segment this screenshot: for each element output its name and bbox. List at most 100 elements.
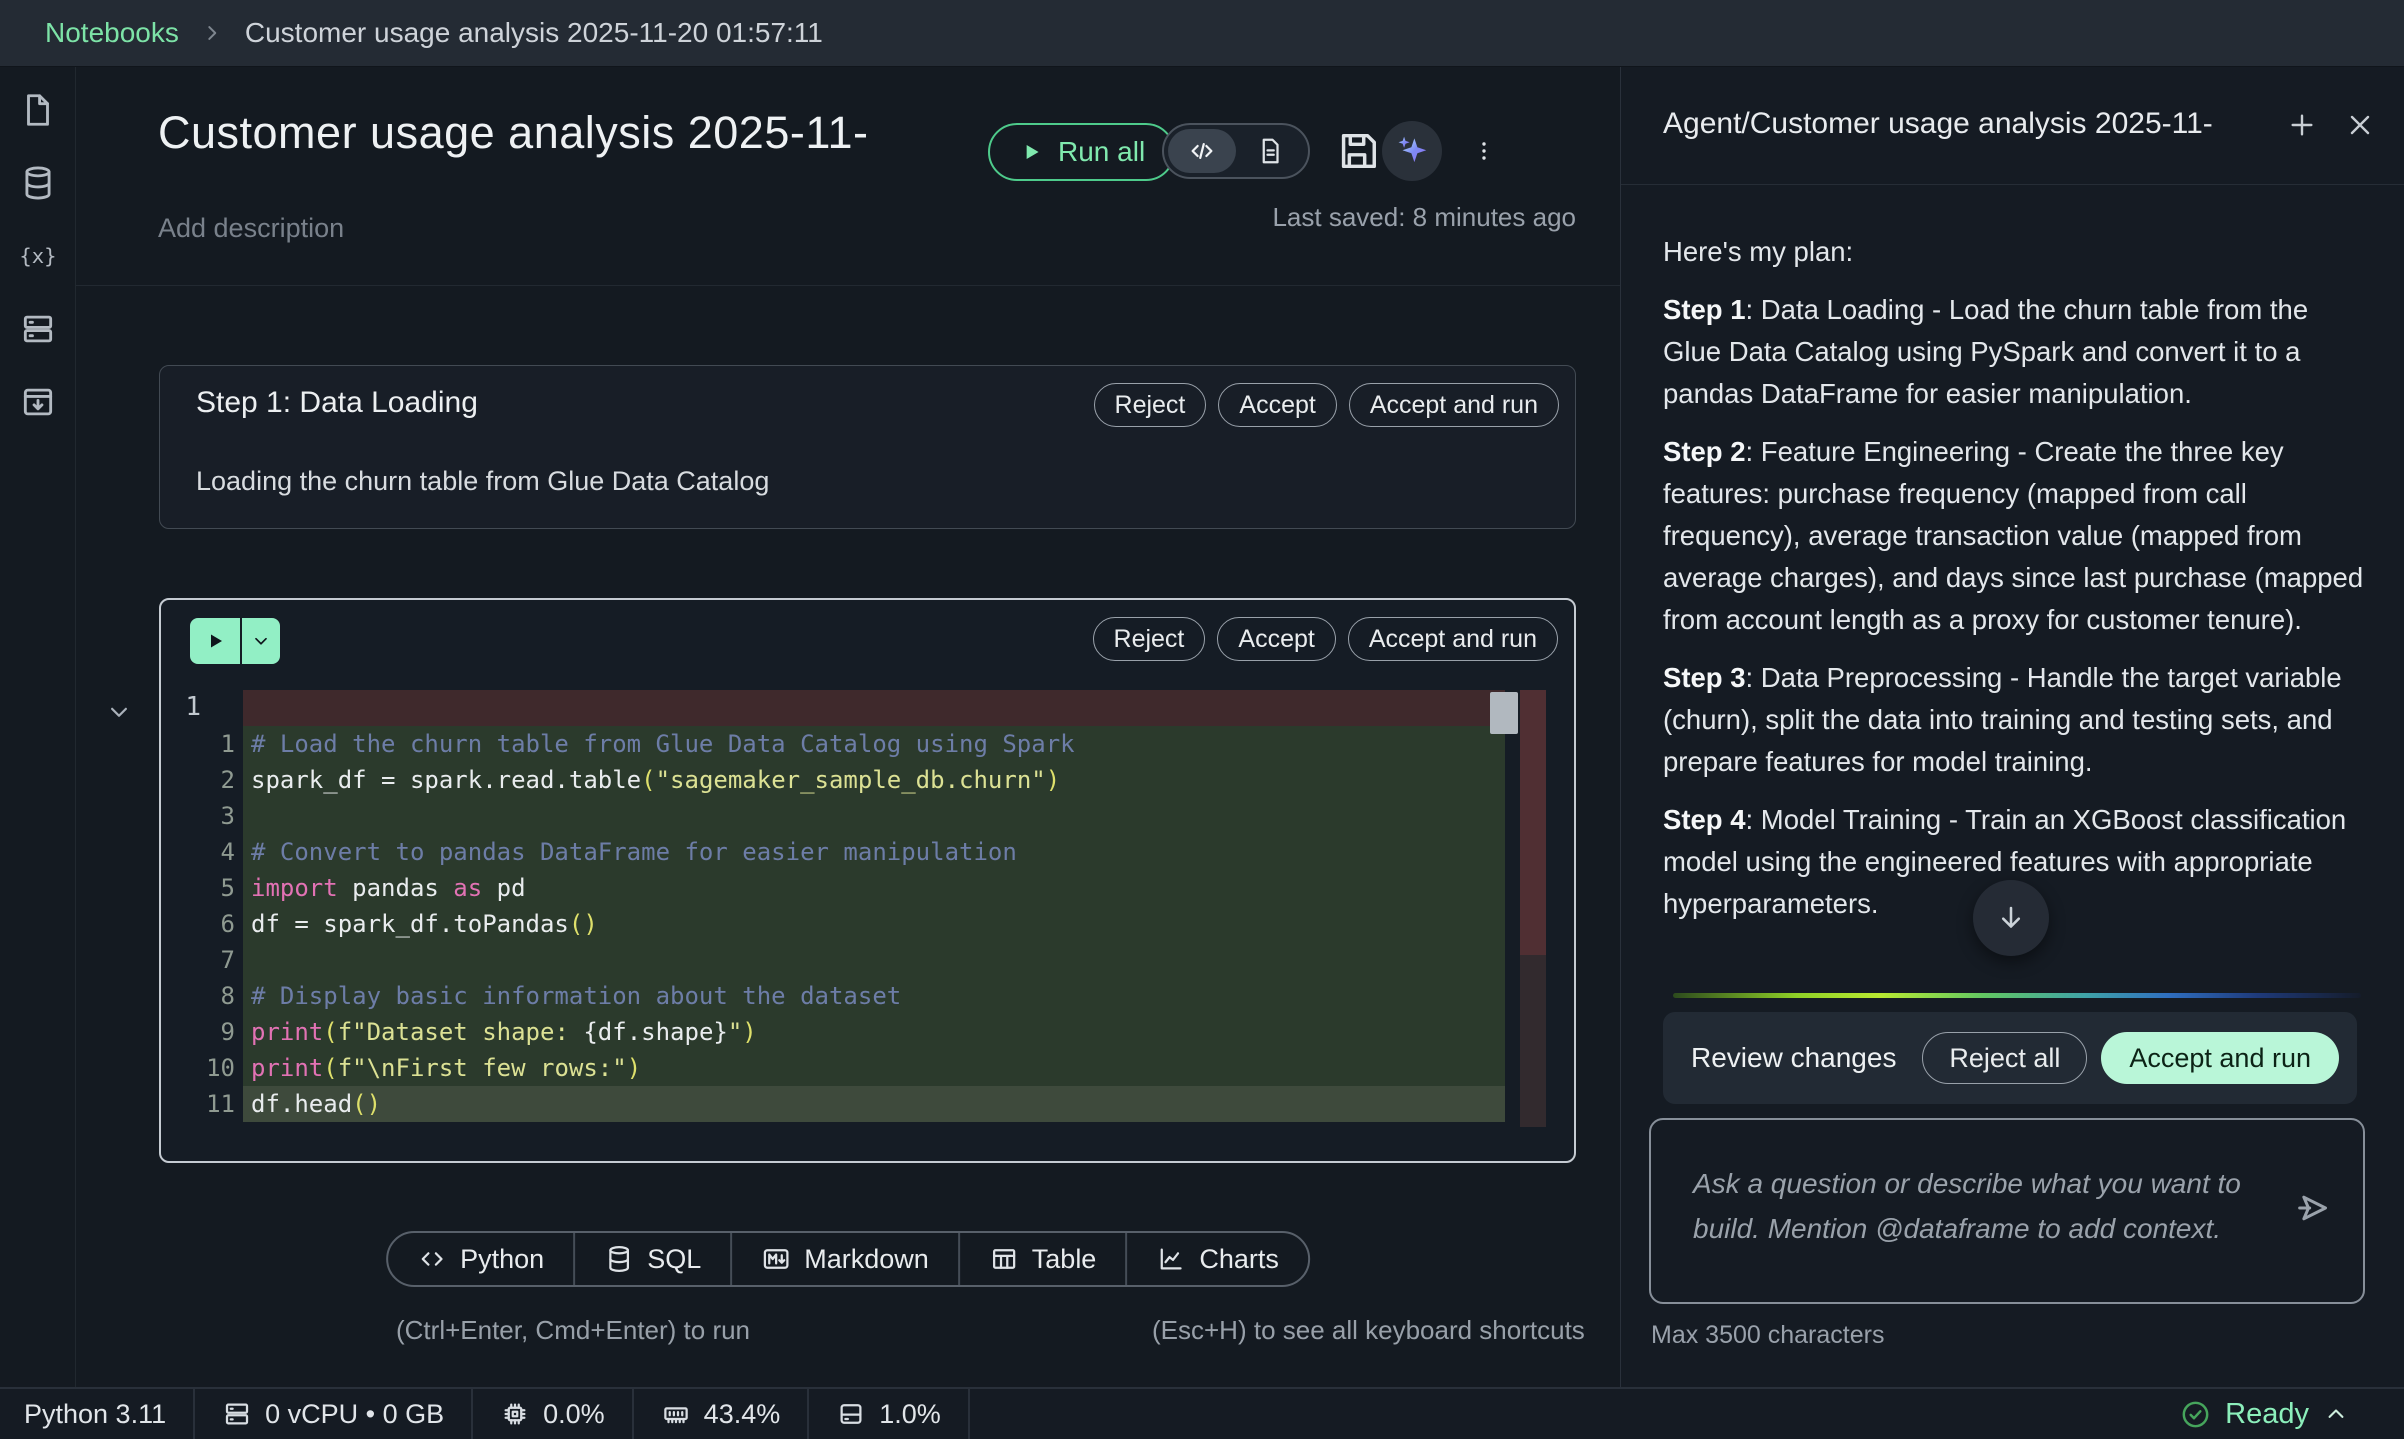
code-line-10[interactable]: 10print(f"\nFirst few rows:"): [161, 1050, 1574, 1086]
run-all-button[interactable]: Run all: [988, 123, 1175, 181]
code-line-4[interactable]: 4# Convert to pandas DataFrame for easie…: [161, 834, 1574, 870]
new-chat-button[interactable]: [2286, 109, 2318, 141]
code-line-3[interactable]: 3: [161, 798, 1574, 834]
scroll-to-bottom-button[interactable]: [1973, 880, 2049, 956]
last-saved-status: Last saved: 8 minutes ago: [1272, 202, 1576, 233]
reject-all-button[interactable]: Reject all: [1922, 1032, 2087, 1084]
accept-button[interactable]: Accept: [1218, 383, 1336, 427]
add-description[interactable]: Add description: [158, 213, 344, 244]
insert-markdown-button[interactable]: Markdown: [730, 1233, 958, 1285]
accept-and-run-button[interactable]: Accept and run: [1349, 383, 1559, 427]
run-cell-options-button[interactable]: [242, 618, 280, 664]
insert-sql-button[interactable]: SQL: [573, 1233, 730, 1285]
sidebar-layout-rows-icon-button[interactable]: [19, 310, 57, 348]
code-editor[interactable]: 1# Load the churn table from Glue Data C…: [161, 690, 1574, 1122]
accept-and-run-button[interactable]: Accept and run: [1348, 617, 1558, 661]
reject-button[interactable]: Reject: [1094, 383, 1207, 427]
code-line-1[interactable]: 1# Load the churn table from Glue Data C…: [161, 726, 1574, 762]
file-icon: [19, 91, 57, 129]
insert-table-button[interactable]: Table: [958, 1233, 1126, 1285]
agent-panel: Agent/Customer usage analysis 2025-11- H…: [1620, 67, 2404, 1387]
svg-text:{x}: {x}: [19, 244, 56, 268]
reject-button[interactable]: Reject: [1093, 617, 1206, 661]
ai-assistant-button[interactable]: [1382, 121, 1442, 181]
more-options-button[interactable]: [1472, 128, 1496, 174]
sidebar-variables-icon-button[interactable]: {x}: [19, 237, 57, 275]
agent-panel-header: Agent/Customer usage analysis 2025-11-: [1621, 67, 2404, 185]
removed-line: [161, 690, 1574, 726]
save-button[interactable]: [1334, 128, 1380, 174]
disk-icon: [836, 1399, 866, 1429]
database-icon: [19, 164, 57, 202]
ruler-removed-mark: [1520, 690, 1546, 955]
table-icon: [989, 1244, 1019, 1274]
markdown-icon: [761, 1244, 791, 1274]
accept-and-run-button[interactable]: Accept and run: [2101, 1032, 2339, 1084]
topbar: Notebooks Customer usage analysis 2025-1…: [0, 0, 2404, 67]
code-view-toggle[interactable]: [1168, 129, 1236, 173]
code-line-9[interactable]: 9print(f"Dataset shape: {df.shape}"): [161, 1014, 1574, 1050]
plan-step-2: Step 2: Feature Engineering - Create the…: [1663, 431, 2367, 641]
markdown-cell[interactable]: RejectAccept Accept and run Step 1: Data …: [159, 365, 1576, 529]
code-text: spark_df = spark.read.table("sagemaker_s…: [243, 762, 1505, 798]
ruler-dim-mark: [1520, 955, 1546, 1127]
code-line-8[interactable]: 8# Display basic information about the d…: [161, 978, 1574, 1014]
chat-input[interactable]: [1691, 1160, 2261, 1264]
agent-plan-intro: Here's my plan:: [1663, 231, 2367, 273]
line-number: 2: [161, 762, 243, 798]
breadcrumb-notebooks[interactable]: Notebooks: [45, 17, 179, 49]
markdown-cell-actions: RejectAccept Accept and run: [1094, 383, 1559, 427]
code-line-2[interactable]: 2spark_df = spark.read.table("sagemaker_…: [161, 762, 1574, 798]
markdown-body: Loading the churn table from Glue Data C…: [196, 466, 769, 497]
status-value: 0.0%: [543, 1399, 605, 1430]
database-icon: [604, 1244, 634, 1274]
code-icon: [417, 1244, 447, 1274]
accept-button[interactable]: Accept: [1217, 617, 1335, 661]
review-changes-label: Review changes: [1691, 1042, 1908, 1074]
code-line-6[interactable]: 6df = spark_df.toPandas(): [161, 906, 1574, 942]
kebab-icon: [1472, 128, 1496, 174]
code-line-5[interactable]: 5import pandas as pd: [161, 870, 1574, 906]
markdown-heading: Step 1: Data Loading: [196, 386, 478, 420]
sidebar-package-down-icon-button[interactable]: [19, 383, 57, 421]
view-toggle: [1162, 123, 1310, 179]
insert-label: Charts: [1199, 1244, 1279, 1275]
memory-icon: [661, 1399, 691, 1429]
status-0-vcpu-0-gb: 0 vCPU • 0 GB: [195, 1389, 473, 1439]
status-value: Python 3.11: [24, 1399, 166, 1430]
code-line-7[interactable]: 7: [161, 942, 1574, 978]
plan-step-1: Step 1: Data Loading - Load the churn ta…: [1663, 289, 2367, 415]
close-panel-button[interactable]: [2344, 109, 2376, 141]
variables-icon: {x}: [19, 237, 57, 275]
send-button[interactable]: [2293, 1188, 2333, 1228]
line-number: 11: [161, 1086, 243, 1122]
insert-python-button[interactable]: Python: [388, 1233, 573, 1285]
app-root: Notebooks Customer usage analysis 2025-1…: [0, 0, 2404, 1439]
notebook-title[interactable]: Customer usage analysis 2025-11-: [158, 107, 869, 159]
line-number: 7: [161, 942, 243, 978]
document-view-toggle[interactable]: [1236, 129, 1304, 173]
chat-input-container: [1649, 1118, 2365, 1304]
sidebar-database-icon-button[interactable]: [19, 164, 57, 202]
run-cell-button[interactable]: [190, 618, 242, 664]
run-cell-split-button: [190, 618, 280, 664]
insert-label: SQL: [647, 1244, 701, 1275]
sidebar-file-icon-button[interactable]: [19, 91, 57, 129]
code-text: # Display basic information about the da…: [243, 978, 1505, 1014]
save-icon: [1334, 128, 1380, 174]
code-text: df.head(): [243, 1086, 1505, 1122]
collapse-cell-chevron[interactable]: [104, 697, 134, 727]
line-number: 9: [161, 1014, 243, 1050]
server-icon: [222, 1399, 252, 1429]
kernel-status[interactable]: Ready: [2179, 1389, 2404, 1439]
code-cell[interactable]: RejectAcceptAccept and run 1 1# Load the…: [159, 598, 1576, 1163]
insert-charts-button[interactable]: Charts: [1125, 1233, 1308, 1285]
notebook-main: Customer usage analysis 2025-11- Add des…: [76, 67, 1620, 1387]
insert-label: Python: [460, 1244, 544, 1275]
code-line-11[interactable]: 11df.head(): [161, 1086, 1574, 1122]
code-text: [243, 942, 1505, 978]
plan-step-3: Step 3: Data Preprocessing - Handle the …: [1663, 657, 2367, 783]
scrollbar-thumb[interactable]: [1490, 692, 1518, 734]
plus-icon: [2286, 109, 2318, 141]
cpu-icon: [500, 1399, 530, 1429]
